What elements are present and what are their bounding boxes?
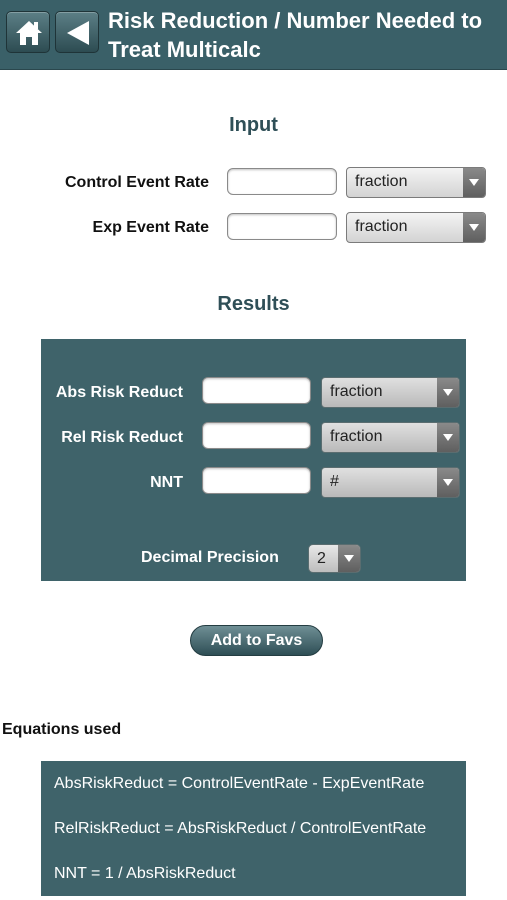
chevron-down-icon <box>437 378 459 407</box>
abs-risk-reduct-label: Abs Risk Reduct <box>55 384 183 401</box>
chevron-down-icon <box>437 423 459 452</box>
abs-risk-reduct-output[interactable] <box>202 377 311 404</box>
exp-event-rate-input[interactable] <box>227 213 337 240</box>
app-header: Risk Reduction / Number Needed to Treat … <box>0 0 507 70</box>
home-icon <box>16 21 42 45</box>
chevron-down-icon <box>338 545 360 572</box>
page-title: Risk Reduction / Number Needed to Treat … <box>108 8 483 62</box>
abs-risk-reduct-unit-value: fraction <box>330 383 383 400</box>
abs-risk-reduct-unit-select[interactable]: fraction <box>321 377 460 408</box>
nnt-output[interactable] <box>202 467 311 494</box>
control-event-rate-unit-select[interactable]: fraction <box>346 167 486 198</box>
exp-event-rate-label: Exp Event Rate <box>92 219 209 236</box>
nnt-label: NNT <box>150 474 183 491</box>
home-button[interactable] <box>6 11 50 53</box>
nnt-unit-value: # <box>330 473 339 490</box>
control-event-rate-unit-value: fraction <box>355 173 408 190</box>
equation-line: AbsRiskReduct = ControlEventRate - ExpEv… <box>54 775 425 792</box>
equation-line: RelRiskReduct = AbsRiskReduct / ControlE… <box>54 820 427 837</box>
decimal-precision-select[interactable]: 2 <box>308 544 361 573</box>
back-button[interactable] <box>55 11 99 53</box>
decimal-precision-value: 2 <box>317 550 326 567</box>
rel-risk-reduct-label: Rel Risk Reduct <box>61 429 183 446</box>
rel-risk-reduct-output[interactable] <box>202 422 311 449</box>
equations-heading: Equations used <box>2 721 122 738</box>
control-event-rate-label: Control Event Rate <box>64 174 209 191</box>
exp-event-rate-unit-value: fraction <box>355 218 408 235</box>
nnt-unit-select[interactable]: # <box>321 467 460 498</box>
chevron-down-icon <box>437 468 459 497</box>
results-heading: Results <box>217 293 290 315</box>
chevron-down-icon <box>463 168 485 197</box>
rel-risk-reduct-unit-value: fraction <box>330 428 383 445</box>
chevron-down-icon <box>463 213 485 242</box>
equations-panel: AbsRiskReduct = ControlEventRate - ExpEv… <box>41 761 466 896</box>
control-event-rate-input[interactable] <box>227 168 337 195</box>
results-panel: Abs Risk Reduct fraction Rel Risk Reduct… <box>41 339 466 581</box>
decimal-precision-label: Decimal Precision <box>141 549 279 566</box>
exp-event-rate-unit-select[interactable]: fraction <box>346 212 486 243</box>
rel-risk-reduct-unit-select[interactable]: fraction <box>321 422 460 453</box>
equation-line: NNT = 1 / AbsRiskReduct <box>54 865 236 882</box>
back-arrow-icon <box>67 21 89 45</box>
add-to-favs-button[interactable]: Add to Favs <box>190 625 323 656</box>
input-heading: Input <box>229 114 278 136</box>
